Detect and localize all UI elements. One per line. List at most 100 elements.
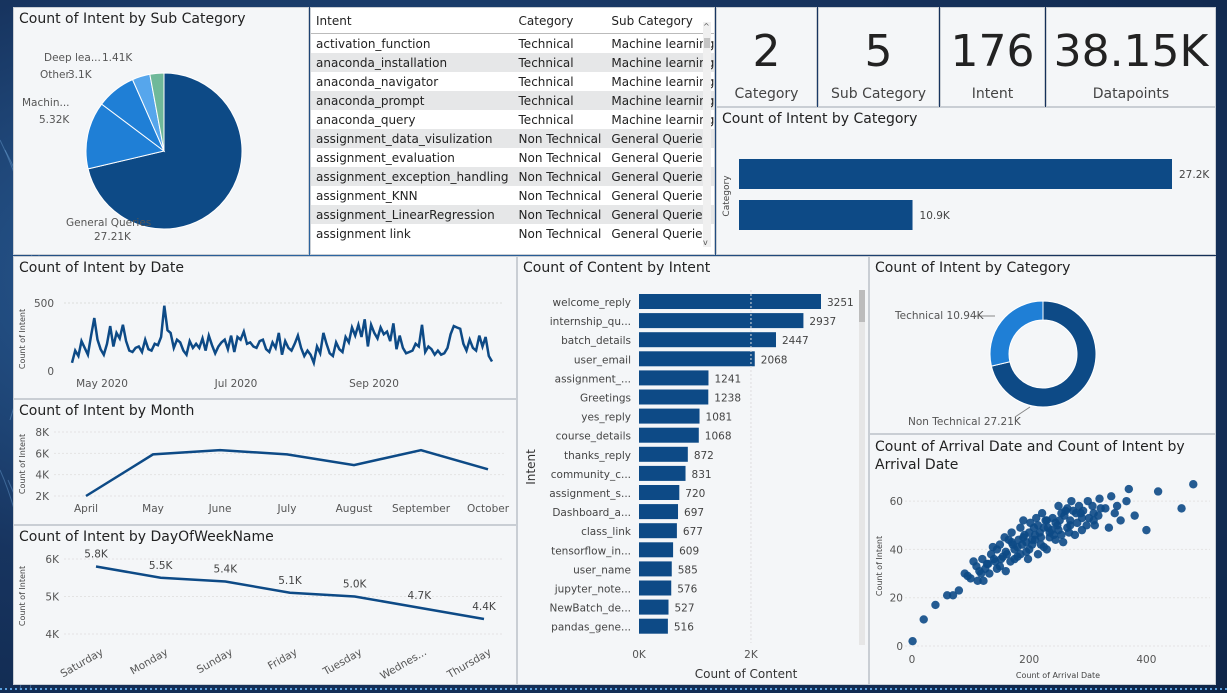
content-bar-value: 872 <box>694 450 714 462</box>
table-row[interactable]: anaconda_navigator Technical Machine learn… <box>311 72 715 91</box>
scatter-point <box>1025 545 1034 554</box>
table-row[interactable]: assignment_data_visulization Non Technica… <box>311 129 714 148</box>
table-row[interactable]: assignment link Non Technical General Quer… <box>311 224 714 243</box>
table-cell: Machine learning <box>611 36 715 51</box>
donut-slice <box>989 300 1044 367</box>
scatter-point <box>1000 533 1009 542</box>
table-header-1[interactable]: Category <box>513 8 607 34</box>
scatter-point <box>992 564 1002 573</box>
scatter-point <box>1110 509 1119 518</box>
scatter-point <box>985 569 994 578</box>
scatter-point <box>1023 554 1033 564</box>
pie-label: Machin... <box>22 97 70 109</box>
scatter-point <box>1189 480 1198 489</box>
dow-line-panel: Count of Intent by DayOfWeekName 4K 5K 6K C… <box>13 525 517 685</box>
table-cell: Technical <box>513 53 607 72</box>
month-series-line <box>85 448 489 498</box>
table-row[interactable]: assignment_evaluation Non Technical Genera… <box>311 148 714 167</box>
content-scrollbar[interactable] <box>859 290 865 645</box>
dow-line-chart: 4K 5K 6K Count of Intent 5.8K 5.5K 5.4K 5.1K 5.0… <box>18 549 504 682</box>
scatter-point <box>1057 530 1066 540</box>
scroll-down-arrow[interactable]: v <box>703 238 708 247</box>
pie-label: Deep lea... <box>44 52 101 64</box>
month-ytick: 2K <box>35 491 50 503</box>
table-row[interactable]: activation_function Technical Machine lear… <box>311 34 715 54</box>
card-intent-label: Intent <box>971 86 1014 102</box>
scatter-point <box>931 600 940 610</box>
content-bar <box>639 408 700 424</box>
content-bar-value: 1241 <box>714 373 741 385</box>
card-datapoints-value: 38.15K <box>1053 26 1209 77</box>
content-bar <box>639 389 709 405</box>
category-bar-value: 10.9K <box>920 210 951 222</box>
dow-ytick: 5K <box>45 592 60 604</box>
content-category-label: community_c... <box>551 469 631 481</box>
scatter-point <box>1067 496 1076 506</box>
table-cell: Machine learning <box>611 74 715 89</box>
scatter-point <box>1073 518 1082 528</box>
table-row[interactable]: assignment_exception_handling Non Technic… <box>311 167 714 186</box>
scatter-point <box>1058 537 1068 547</box>
scatter-point <box>988 542 998 552</box>
dow-data-label: 5.1K <box>278 575 303 587</box>
month-xtick: May <box>142 503 164 515</box>
card-category: 2 Category <box>716 7 817 107</box>
scatter-point <box>1082 521 1091 530</box>
pie-value: 3.1K <box>68 69 93 81</box>
scroll-thumb[interactable] <box>704 38 710 48</box>
month-ytick: 6K <box>35 448 50 460</box>
content-bar-value: 1068 <box>705 431 732 443</box>
date-ytick: 0 <box>47 366 54 378</box>
table-cell: General Queries <box>606 205 714 224</box>
dow-xtick: Sunday <box>195 646 235 676</box>
table-scrollbar[interactable]: ^ v <box>703 22 711 247</box>
content-bar <box>639 446 688 462</box>
content-scroll-thumb[interactable] <box>859 290 865 322</box>
category-bar-value: 27.2K <box>1179 169 1210 181</box>
content-bar-value: 2447 <box>782 335 809 347</box>
table-cell: Technical <box>518 112 574 127</box>
table-cell: Non Technical <box>518 150 602 165</box>
content-ylabel: Intent <box>524 449 538 485</box>
table-row[interactable]: anaconda_prompt Technical Machine learning <box>311 91 714 110</box>
scatter-point <box>1116 516 1125 525</box>
card-intent: 176 Intent <box>940 7 1045 107</box>
table-cell: anaconda_navigator <box>316 74 439 89</box>
card-category-label: Category <box>734 86 799 102</box>
card-subcategory: 5 Sub Category <box>818 7 939 107</box>
scatter-point <box>1096 504 1105 513</box>
table-cell: Machine learning <box>611 112 715 127</box>
pie-value: 27.21K <box>94 231 132 243</box>
scatter-point <box>976 569 986 578</box>
scatter-point <box>1104 523 1114 532</box>
content-category-label: course_details <box>556 431 631 443</box>
scatter-point <box>982 559 992 569</box>
table-row[interactable]: assignment_KNN Non Technical General Queri… <box>311 186 714 205</box>
month-xtick: September <box>392 503 451 515</box>
pie-label: General Queries <box>66 217 151 229</box>
content-bar <box>639 465 686 481</box>
scatter-point <box>919 615 928 624</box>
scatter-point <box>1033 550 1043 559</box>
scatter-point <box>1042 545 1051 554</box>
table-row[interactable]: anaconda_installation Technical Machine le… <box>311 53 714 72</box>
category-bar-ylabel: Category <box>722 175 732 217</box>
table-cell: assignment_exception_handling <box>311 167 514 186</box>
table-header-0[interactable]: Intent <box>311 8 514 34</box>
scatter-point <box>1070 530 1080 540</box>
dow-data-label: 5.0K <box>343 579 368 591</box>
table-cell: General Queries <box>606 129 714 148</box>
dow-ylabel: Count of Intent <box>18 566 27 626</box>
content-bar <box>639 332 776 348</box>
dow-data-label: 4.7K <box>408 590 433 602</box>
month-xtick: August <box>336 503 373 515</box>
scroll-up-arrow[interactable]: ^ <box>703 22 710 31</box>
table-cell: General Queries <box>611 188 709 203</box>
table-row[interactable]: assignment_LinearRegression Non Technical… <box>311 205 714 224</box>
scatter-point <box>1041 516 1050 525</box>
table-row[interactable]: anaconda_query Technical Machine learning <box>311 110 715 129</box>
table-cell: Non Technical <box>518 226 602 241</box>
scatter-point <box>1043 523 1053 532</box>
table-header-2[interactable]: Sub Category <box>606 8 714 34</box>
scatter-ytick: 40 <box>890 544 903 556</box>
